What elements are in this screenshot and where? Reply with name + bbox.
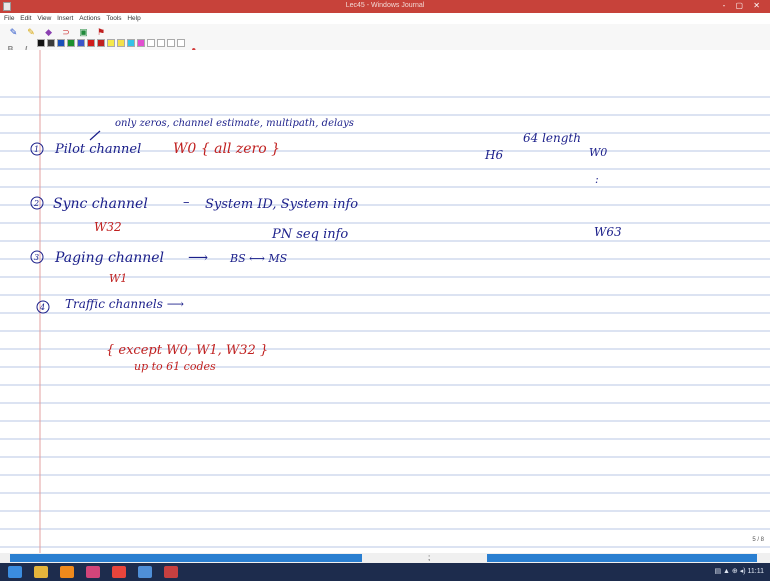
toolbar: ✎ ✎ ◆ ⊃ ▣ ⚑ B I ● (0, 24, 770, 54)
journal-page[interactable]: only zeros, channel estimate, multipath,… (0, 50, 770, 553)
eraser-tool-icon[interactable]: ◆ (43, 27, 54, 37)
item1-label: Pilot channel (54, 142, 141, 157)
color-swatch[interactable] (176, 39, 185, 47)
insert-space-icon[interactable]: ▣ (78, 27, 89, 37)
scroll-indicator: ; (428, 553, 431, 562)
menu-view[interactable]: View (37, 15, 51, 22)
horizontal-scrollbar[interactable]: ; (0, 553, 770, 563)
right-w63: W63 (594, 225, 622, 239)
item4-except: { except W0, W1, W32 } (106, 343, 268, 358)
right-length: 64 length (523, 131, 581, 145)
taskbar-other-icon[interactable] (164, 566, 178, 578)
page-number: 5 / 8 (752, 537, 764, 543)
pointer-icon[interactable]: ⚑ (96, 27, 107, 37)
item3-number: 3 (34, 253, 39, 262)
item3-bs-ms: BS ⟷ MS (229, 252, 288, 265)
menu-insert[interactable]: Insert (57, 15, 73, 22)
color-swatch[interactable] (36, 39, 45, 47)
title-bar: Lec45 - Windows Journal - ▢ ✕ (0, 0, 770, 13)
item2-info: System ID, System info (205, 197, 358, 212)
taskbar-chrome-icon[interactable] (112, 566, 126, 578)
item3-label: Paging channel (54, 250, 164, 266)
menu-edit[interactable]: Edit (20, 15, 31, 22)
taskbar-vlc-icon[interactable] (60, 566, 74, 578)
color-swatch[interactable] (66, 39, 75, 47)
color-swatch[interactable] (146, 39, 155, 47)
item2-pn: PN seq info (271, 227, 348, 242)
color-swatch[interactable] (76, 39, 85, 47)
color-swatch[interactable] (106, 39, 115, 47)
item3-arrow: ⟶ (188, 250, 208, 266)
item1-number: 1 (34, 145, 39, 154)
color-swatch[interactable] (156, 39, 165, 47)
start-button[interactable] (8, 566, 22, 578)
lasso-select-icon[interactable]: ⊃ (61, 27, 72, 37)
color-swatch[interactable] (126, 39, 135, 47)
system-tray[interactable]: ▤ ▲ ⊕ ◂) 11:11 (714, 567, 764, 575)
taskbar: ▤ ▲ ⊕ ◂) 11:11 (0, 563, 770, 581)
color-swatch[interactable] (136, 39, 145, 47)
color-swatch[interactable] (96, 39, 105, 47)
menu-actions[interactable]: Actions (79, 15, 100, 22)
taskbar-journal-icon[interactable] (138, 566, 152, 578)
item2-code: W32 (94, 220, 122, 234)
item2-dash: – (183, 195, 190, 210)
menu-tools[interactable]: Tools (106, 15, 121, 22)
menu-help[interactable]: Help (127, 15, 140, 22)
pen-tool-icon[interactable]: ✎ (8, 27, 19, 37)
item4-upto: up to 61 codes (134, 360, 216, 373)
highlighter-tool-icon[interactable]: ✎ (26, 27, 37, 37)
menu-file[interactable]: File (4, 15, 14, 22)
item3-code: W1 (109, 272, 127, 285)
menu-bar: File Edit View Insert Actions Tools Help (0, 13, 770, 24)
right-h: H6 (484, 148, 503, 162)
taskbar-app-icon[interactable] (86, 566, 100, 578)
ruled-paper: only zeros, channel estimate, multipath,… (0, 50, 770, 553)
note-annotation: only zeros, channel estimate, multipath,… (115, 118, 354, 129)
color-swatch[interactable] (166, 39, 175, 47)
item2-label: Sync channel (53, 196, 148, 212)
color-swatch[interactable] (56, 39, 65, 47)
taskbar-explorer-icon[interactable] (34, 566, 48, 578)
color-swatch[interactable] (116, 39, 125, 47)
item2-number: 2 (33, 199, 39, 208)
item4-number: 4 (39, 303, 45, 312)
window-title: Lec45 - Windows Journal (345, 2, 425, 9)
color-swatch[interactable] (46, 39, 55, 47)
scroll-track-right[interactable] (487, 554, 757, 562)
item4-label: Traffic channels ⟶ (65, 297, 184, 311)
color-swatch[interactable] (86, 39, 95, 47)
window-controls[interactable]: - ▢ ✕ (723, 1, 764, 10)
right-dots: : (595, 173, 599, 186)
item1-code: W0 { all zero } (173, 141, 280, 157)
right-w0: W0 (589, 146, 607, 159)
scroll-track-left[interactable] (10, 554, 362, 562)
